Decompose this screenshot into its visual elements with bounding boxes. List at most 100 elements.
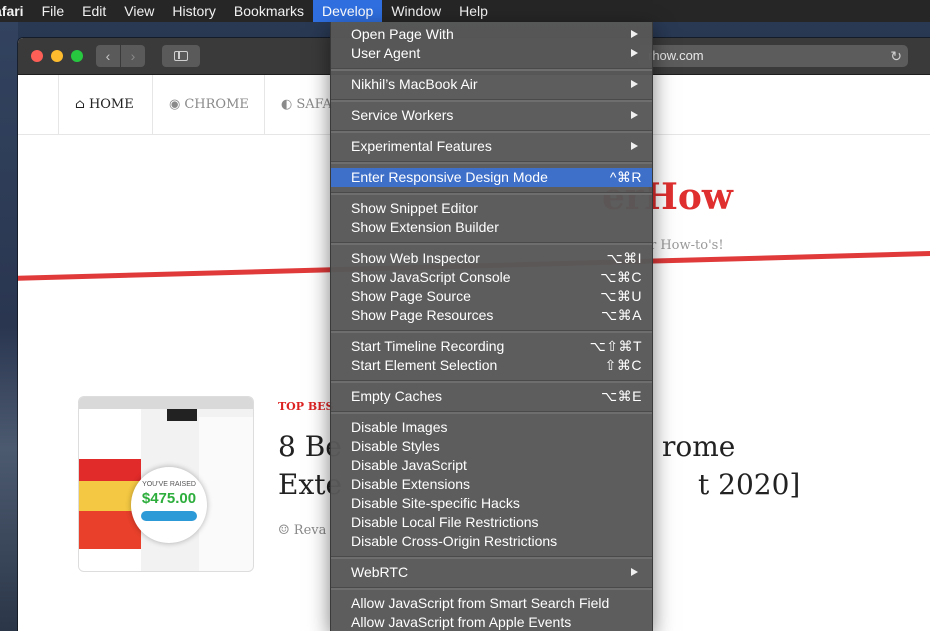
menu-item-open-page-with[interactable]: Open Page With [331, 25, 652, 44]
menu-item-label: Experimental Features [351, 138, 492, 154]
menu-item-shortcut: ⇧⌘C [604, 357, 642, 373]
chevron-right-icon: › [130, 48, 136, 64]
menu-item-label: Disable Extensions [351, 476, 471, 492]
menu-separator [331, 237, 652, 249]
menu-item-label: Disable Site-specific Hacks [351, 495, 520, 511]
site-tagline: r How-to's! [650, 238, 724, 253]
menu-item-label: Disable Cross-Origin Restrictions [351, 533, 558, 549]
reload-icon[interactable]: ↻ [890, 45, 902, 67]
nav-home-label: HOME [88, 97, 134, 112]
menu-item-disable-styles[interactable]: Disable Styles [331, 437, 652, 456]
submenu-arrow-icon [631, 111, 638, 119]
menu-item-shortcut: ⌥⇧⌘T [589, 338, 642, 354]
menu-item-nikhil-s-macbook-air[interactable]: Nikhil’s MacBook Air [331, 75, 652, 94]
menu-file[interactable]: File [33, 0, 74, 22]
menu-item-label: Show Web Inspector [351, 250, 480, 266]
menu-bookmarks[interactable]: Bookmarks [225, 0, 313, 22]
zoom-button[interactable] [71, 50, 83, 62]
menu-item-shortcut: ⌥⌘I [606, 250, 642, 266]
author-name: Reva [293, 523, 327, 538]
thumb-raised-circle: YOU'VE RAISED $475.00 [131, 467, 207, 543]
menu-bar: afari File Edit View History Bookmarks D… [0, 0, 930, 22]
menu-separator [331, 187, 652, 199]
menu-item-label: Show Extension Builder [351, 219, 499, 235]
menu-item-enter-responsive-design-mode[interactable]: Enter Responsive Design Mode ^⌘R [331, 168, 652, 187]
thumb-raised-label: YOU'VE RAISED [142, 481, 196, 488]
menu-item-label: Show Page Source [351, 288, 471, 304]
menu-item-shortcut: ⌥⌘E [601, 388, 642, 404]
develop-menu: Open Page With User Agent Nikhil’s MacBook… [330, 22, 653, 631]
title-line1-end: rome [662, 430, 736, 463]
menu-separator [331, 325, 652, 337]
menu-item-show-page-source[interactable]: Show Page Source ⌥⌘U [331, 287, 652, 306]
forward-button[interactable]: › [121, 45, 145, 67]
menu-item-disable-javascript[interactable]: Disable JavaScript [331, 456, 652, 475]
menu-item-disable-images[interactable]: Disable Images [331, 418, 652, 437]
thumb-goodshop-logo [167, 409, 197, 421]
menu-separator [331, 375, 652, 387]
menu-item-start-element-selection[interactable]: Start Element Selection ⇧⌘C [331, 356, 652, 375]
menu-history[interactable]: History [163, 0, 225, 22]
menu-item-allow-javascript-from-smart-search-field[interactable]: Allow JavaScript from Smart Search Field [331, 594, 652, 613]
menu-item-label: Open Page With [351, 26, 454, 42]
menu-item-disable-local-file-restrictions[interactable]: Disable Local File Restrictions [331, 513, 652, 532]
menu-safari[interactable]: afari [0, 0, 33, 22]
menu-item-disable-extensions[interactable]: Disable Extensions [331, 475, 652, 494]
menu-item-shortcut: ^⌘R [609, 169, 642, 185]
menu-separator [331, 406, 652, 418]
menu-view[interactable]: View [115, 0, 163, 22]
menu-item-disable-site-specific-hacks[interactable]: Disable Site-specific Hacks [331, 494, 652, 513]
address-bar[interactable]: rhow.com ↻ [638, 45, 908, 67]
user-icon: ☺ [278, 523, 290, 538]
menu-item-show-web-inspector[interactable]: Show Web Inspector ⌥⌘I [331, 249, 652, 268]
thumb-purchases-button [141, 511, 197, 521]
article-author[interactable]: ☺ Reva [278, 523, 326, 538]
menu-item-label: Empty Caches [351, 388, 443, 404]
menu-develop[interactable]: Develop [312, 0, 383, 22]
menu-item-empty-caches[interactable]: Empty Caches ⌥⌘E [331, 387, 652, 406]
menu-item-show-extension-builder[interactable]: Show Extension Builder [331, 218, 652, 237]
menu-separator [331, 551, 652, 563]
chrome-icon: ◉ [169, 97, 181, 112]
menu-item-show-javascript-console[interactable]: Show JavaScript Console ⌥⌘C [331, 268, 652, 287]
back-button[interactable]: ‹ [96, 45, 120, 67]
menu-help[interactable]: Help [450, 0, 497, 22]
nav-chrome-label: CHROME [184, 97, 249, 112]
menu-item-start-timeline-recording[interactable]: Start Timeline Recording ⌥⇧⌘T [331, 337, 652, 356]
menu-item-label: Service Workers [351, 107, 454, 123]
menu-separator [331, 94, 652, 106]
nav-chrome-link[interactable]: ◉ CHROME [152, 75, 265, 135]
nav-home-link[interactable]: ⌂ HOME [58, 75, 150, 135]
menu-item-show-snippet-editor[interactable]: Show Snippet Editor [331, 199, 652, 218]
menu-edit[interactable]: Edit [73, 0, 115, 22]
article-category[interactable]: TOP BES [278, 400, 334, 413]
thumb-raised-amount: $475.00 [141, 490, 197, 507]
menu-item-label: Allow JavaScript from Apple Events [351, 614, 572, 630]
close-button[interactable] [31, 50, 43, 62]
sidebar-toggle-button[interactable] [162, 45, 200, 67]
address-text: rhow.com [648, 48, 704, 63]
article-thumbnail[interactable]: YOU'VE RAISED $475.00 [78, 396, 254, 572]
chevron-left-icon: ‹ [105, 48, 111, 64]
menu-item-webrtc[interactable]: WebRTC [331, 563, 652, 582]
home-icon: ⌂ [75, 97, 85, 112]
menu-item-show-page-resources[interactable]: Show Page Resources ⌥⌘A [331, 306, 652, 325]
nav-safari-label: SAFA [296, 97, 332, 112]
menu-item-label: WebRTC [351, 564, 409, 580]
menu-separator [331, 582, 652, 594]
menu-item-label: Show Snippet Editor [351, 200, 478, 216]
menu-item-shortcut: ⌥⌘A [601, 307, 642, 323]
menu-item-label: Start Element Selection [351, 357, 498, 373]
menu-item-service-workers[interactable]: Service Workers [331, 106, 652, 125]
menu-item-experimental-features[interactable]: Experimental Features [331, 137, 652, 156]
menu-item-shortcut: ⌥⌘U [600, 288, 642, 304]
menu-item-allow-javascript-from-apple-events[interactable]: Allow JavaScript from Apple Events [331, 613, 652, 631]
menu-separator [331, 156, 652, 168]
menu-item-user-agent[interactable]: User Agent [331, 44, 652, 63]
thumb-banner-red [79, 459, 141, 481]
menu-item-disable-cross-origin-restrictions[interactable]: Disable Cross-Origin Restrictions [331, 532, 652, 551]
minimize-button[interactable] [51, 50, 63, 62]
menu-window[interactable]: Window [382, 0, 450, 22]
menu-item-label: Allow JavaScript from Smart Search Field [351, 595, 610, 611]
submenu-arrow-icon [631, 80, 638, 88]
